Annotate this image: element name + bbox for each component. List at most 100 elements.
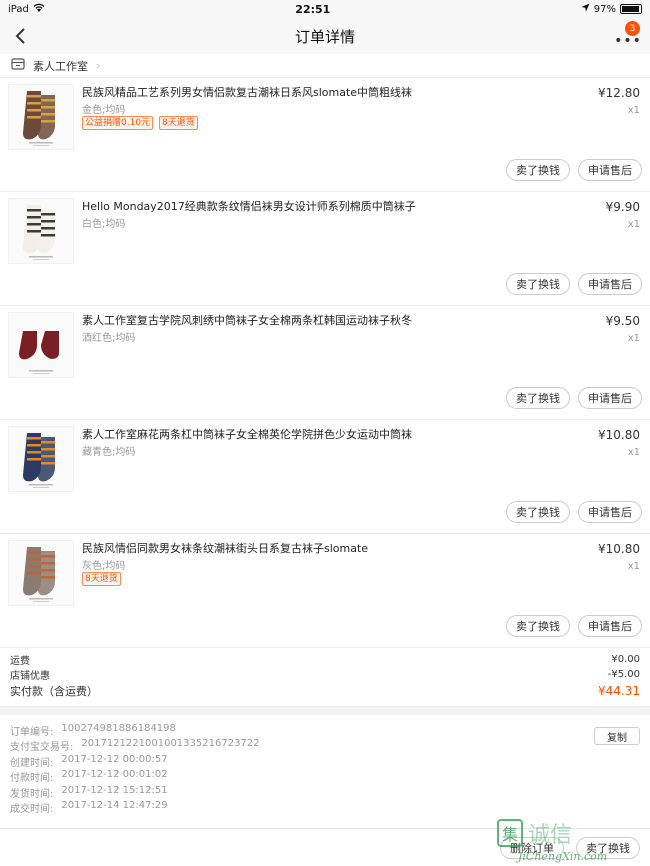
product-price: ¥10.80 — [598, 542, 640, 556]
after-sales-button[interactable]: 申请售后 — [578, 501, 642, 523]
after-sales-button[interactable]: 申请售后 — [578, 387, 642, 409]
info-value: 2017-12-14 12:47:29 — [61, 799, 168, 811]
sock-image — [23, 91, 55, 146]
resell-button[interactable]: 卖了换钱 — [506, 615, 570, 637]
product-price: ¥10.80 — [598, 428, 640, 442]
price-summary: 运费 ¥0.00 店铺优惠 -¥5.00 实付款（含运费） ¥44.31 — [0, 648, 650, 707]
sock-image — [23, 205, 55, 260]
product-thumbnail[interactable] — [8, 426, 74, 492]
info-value: 2017-12-12 15:12:51 — [61, 784, 168, 796]
product-price: ¥12.80 — [598, 86, 640, 100]
chevron-right-icon: › — [96, 59, 101, 72]
info-label: 订单编号: — [10, 727, 54, 738]
product-variant: 白色;均码 — [82, 219, 126, 230]
copy-button[interactable]: 复制 — [594, 727, 640, 745]
product-variant: 金色;均码 — [82, 105, 126, 116]
status-time: 22:51 — [295, 2, 331, 16]
shipped-time-row: 发货时间: 2017-12-12 15:12:51 — [10, 785, 640, 800]
more-menu-button[interactable]: ••• 3 — [614, 21, 642, 49]
order-item[interactable]: 素人工作室麻花两条杠中筒袜子女全棉英伦学院拼色少女运动中筒袜 藏青色;均码 ¥1… — [0, 420, 650, 534]
shipping-row: 运费 ¥0.00 — [10, 652, 640, 667]
order-item[interactable]: 民族风情侣同款男女袜条纹潮袜街头日系复古袜子slomate 灰色;均码 8天退货… — [0, 534, 650, 648]
completed-time-row: 成交时间: 2017-12-14 12:47:29 — [10, 800, 640, 815]
product-price: ¥9.50 — [605, 314, 640, 328]
info-label: 支付宝交易号: — [10, 742, 74, 754]
order-item[interactable]: 民族风精品工艺系列男女情侣款复古潮袜日系风slomate中筒粗线袜 金色;均码 … — [0, 78, 650, 192]
discount-value: -¥5.00 — [607, 669, 640, 680]
info-value: 2017-12-12 00:01:02 — [61, 769, 168, 781]
status-bar: iPad 22:51 97% — [0, 0, 650, 18]
return-policy-tag: 8天退货 — [82, 572, 121, 586]
product-quantity: x1 — [627, 333, 640, 344]
shop-name: 素人工作室 — [33, 59, 88, 73]
product-variant: 酒红色;均码 — [82, 333, 136, 344]
discount-label: 店铺优惠 — [10, 671, 50, 682]
product-thumbnail[interactable] — [8, 84, 74, 150]
product-title: 民族风精品工艺系列男女情侣款复古潮袜日系风slomate中筒粗线袜 — [82, 86, 413, 99]
store-icon — [11, 58, 25, 73]
created-time-row: 创建时间: 2017-12-12 00:00:57 — [10, 754, 640, 769]
after-sales-button[interactable]: 申请售后 — [578, 615, 642, 637]
product-tags: 8天退货 — [82, 572, 121, 586]
location-icon — [581, 3, 590, 15]
product-quantity: x1 — [627, 447, 640, 458]
total-row: 实付款（含运费） ¥44.31 — [10, 682, 640, 700]
order-info: 复制 订单编号: 100274981886184198 支付宝交易号: 201712… — [0, 715, 650, 837]
device-name: iPad — [8, 3, 29, 15]
product-title: 素人工作室复古学院风刺绣中筒袜子女全棉两条杠韩国运动袜子秋冬 — [82, 314, 412, 327]
discount-row: 店铺优惠 -¥5.00 — [10, 667, 640, 682]
product-title: Hello Monday2017经典款条纹情侣袜男女设计师系列棉质中筒袜子 — [82, 200, 416, 213]
battery-icon — [620, 4, 642, 14]
total-label: 实付款（含运费） — [10, 685, 98, 698]
info-label: 付款时间: — [10, 773, 54, 785]
product-thumbnail[interactable] — [8, 312, 74, 378]
info-label: 创建时间: — [10, 757, 54, 769]
sock-image — [23, 433, 55, 488]
bottom-action-bar: 删除订单 卖了换钱 — [0, 828, 650, 866]
product-thumbnail[interactable] — [8, 198, 74, 264]
more-dots-icon: ••• — [614, 33, 642, 49]
return-policy-tag: 8天退货 — [159, 116, 198, 130]
product-title: 民族风情侣同款男女袜条纹潮袜街头日系复古袜子slomate — [82, 542, 369, 555]
info-value: 2017121221001001335216723722 — [81, 738, 260, 750]
product-quantity: x1 — [627, 561, 640, 572]
battery-percent: 97% — [593, 3, 616, 15]
resell-button[interactable]: 卖了换钱 — [506, 387, 570, 409]
order-number-row: 订单编号: 100274981886184198 — [10, 723, 640, 738]
chevron-left-icon — [15, 28, 25, 44]
product-quantity: x1 — [627, 219, 640, 230]
alipay-trade-row: 支付宝交易号: 2017121221001001335216723722 — [10, 738, 640, 753]
product-price: ¥9.90 — [605, 200, 640, 214]
sock-image — [23, 547, 55, 602]
paid-time-row: 付款时间: 2017-12-12 00:01:02 — [10, 769, 640, 784]
nav-bar: 订单详情 ••• 3 — [0, 18, 650, 54]
back-button[interactable] — [10, 26, 30, 46]
product-tags: 公益捐赠0.10元 8天退货 — [82, 116, 198, 130]
after-sales-button[interactable]: 申请售后 — [578, 273, 642, 295]
info-label: 发货时间: — [10, 788, 54, 800]
resell-button[interactable]: 卖了换钱 — [506, 159, 570, 181]
donation-tag: 公益捐赠0.10元 — [82, 116, 154, 130]
product-variant: 藏青色;均码 — [82, 447, 136, 458]
product-title: 素人工作室麻花两条杠中筒袜子女全棉英伦学院拼色少女运动中筒袜 — [82, 428, 412, 441]
shipping-value: ¥0.00 — [611, 654, 640, 665]
resell-button[interactable]: 卖了换钱 — [506, 501, 570, 523]
product-thumbnail[interactable] — [8, 540, 74, 606]
after-sales-button[interactable]: 申请售后 — [578, 159, 642, 181]
page-title: 订单详情 — [294, 27, 355, 46]
order-item[interactable]: 素人工作室复古学院风刺绣中筒袜子女全棉两条杠韩国运动袜子秋冬 酒红色;均码 ¥9… — [0, 306, 650, 420]
product-variant: 灰色;均码 — [82, 561, 126, 572]
shop-row[interactable]: 素人工作室 › — [0, 54, 650, 78]
sock-image — [19, 331, 59, 374]
notification-badge: 3 — [625, 21, 640, 36]
total-value: ¥44.31 — [598, 684, 640, 698]
product-quantity: x1 — [627, 105, 640, 116]
wifi-icon — [33, 3, 45, 16]
resell-button[interactable]: 卖了换钱 — [506, 273, 570, 295]
order-item[interactable]: Hello Monday2017经典款条纹情侣袜男女设计师系列棉质中筒袜子 白色… — [0, 192, 650, 306]
info-label: 成交时间: — [10, 803, 54, 815]
info-value: 100274981886184198 — [61, 723, 176, 734]
delete-order-button[interactable]: 删除订单 — [500, 836, 564, 859]
shipping-label: 运费 — [10, 656, 30, 667]
resell-order-button[interactable]: 卖了换钱 — [576, 836, 640, 859]
